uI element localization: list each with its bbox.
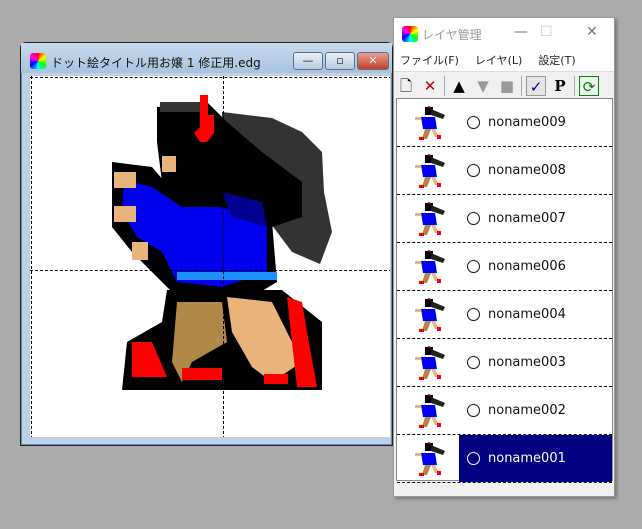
maximize-button[interactable]: ▫ <box>325 52 355 70</box>
merge-icon[interactable]: ■ <box>497 76 517 96</box>
layer-row[interactable]: noname003 <box>397 339 612 387</box>
canvas-border-guide <box>30 77 390 78</box>
layer-radio[interactable] <box>467 260 480 273</box>
layer-row[interactable]: noname004 <box>397 291 612 339</box>
separator <box>574 76 575 96</box>
layer-row[interactable]: noname009 <box>397 99 612 147</box>
new-layer-icon[interactable]: 🗋 <box>396 76 416 96</box>
pixel-sprite <box>112 95 332 390</box>
editor-title: ドット絵タイトル用お嬢 1 修正用.edg <box>51 56 261 70</box>
layer-thumbnail <box>415 106 445 140</box>
move-down-icon[interactable]: ▼ <box>473 76 493 96</box>
refresh-icon[interactable]: ⟳ <box>579 76 599 96</box>
layer-name: noname009 <box>488 115 566 130</box>
layer-label[interactable]: noname007 <box>459 195 612 242</box>
layer-radio[interactable] <box>467 308 480 321</box>
layer-thumbnail <box>415 346 445 380</box>
layer-row[interactable]: noname007 <box>397 195 612 243</box>
layer-thumbnail <box>415 250 445 284</box>
app-icon <box>402 26 418 42</box>
layer-manager-window: レイヤ管理 — ☐ ✕ ファイル(F) レイヤ(L) 設定(T) 🗋 ✕ ▲ ▼… <box>393 17 615 497</box>
layer-name: noname008 <box>488 163 566 178</box>
minimize-button[interactable]: — <box>514 24 528 40</box>
layer-radio[interactable] <box>467 164 480 177</box>
center-guide-horizontal <box>30 270 390 271</box>
canvas-border-guide <box>31 76 32 437</box>
center-guide-vertical <box>223 76 224 437</box>
layer-radio[interactable] <box>467 212 480 225</box>
move-up-icon[interactable]: ▲ <box>449 76 469 96</box>
layer-label[interactable]: noname001 <box>459 435 612 482</box>
layer-name: noname007 <box>488 211 566 226</box>
menu-bar: ファイル(F) レイヤ(L) 設定(T) <box>394 48 614 72</box>
editor-window: ドット絵タイトル用お嬢 1 修正用.edg — ▫ ✕ <box>20 42 393 446</box>
drawing-canvas[interactable] <box>29 75 391 438</box>
layer-name: noname001 <box>488 451 566 466</box>
close-button[interactable]: ✕ <box>586 24 598 40</box>
layer-thumbnail <box>415 154 445 188</box>
layer-row[interactable]: noname001 <box>397 435 612 483</box>
layer-toolbar: 🗋 ✕ ▲ ▼ ■ ✓ P ⟳ <box>394 72 614 100</box>
separator <box>521 76 522 96</box>
editor-titlebar[interactable]: ドット絵タイトル用お嬢 1 修正用.edg — ▫ ✕ <box>21 43 392 73</box>
app-icon <box>30 53 46 69</box>
layer-label[interactable]: noname004 <box>459 291 612 338</box>
layer-row[interactable]: noname006 <box>397 243 612 291</box>
visibility-check-icon[interactable]: ✓ <box>526 76 546 96</box>
layer-label[interactable]: noname008 <box>459 147 612 194</box>
layer-window-title: レイヤ管理 <box>422 28 482 42</box>
delete-layer-icon[interactable]: ✕ <box>420 76 440 96</box>
menu-layer[interactable]: レイヤ(L) <box>475 52 522 68</box>
layer-row[interactable]: noname008 <box>397 147 612 195</box>
minimize-button[interactable]: — <box>293 52 323 70</box>
layer-name: noname004 <box>488 307 566 322</box>
layer-thumbnail <box>415 442 445 476</box>
layer-name: noname003 <box>488 355 566 370</box>
separator <box>444 76 445 96</box>
layer-radio[interactable] <box>467 452 480 465</box>
menu-file[interactable]: ファイル(F) <box>400 52 459 68</box>
layer-thumbnail <box>415 394 445 428</box>
layer-label[interactable]: noname003 <box>459 339 612 386</box>
layer-thumbnail <box>415 298 445 332</box>
layer-label[interactable]: noname009 <box>459 99 612 146</box>
layer-row[interactable]: noname002 <box>397 387 612 435</box>
close-button[interactable]: ✕ <box>357 52 389 70</box>
layer-thumbnail <box>415 202 445 236</box>
maximize-button[interactable]: ☐ <box>540 24 553 40</box>
layer-radio[interactable] <box>467 116 480 129</box>
layer-label[interactable]: noname002 <box>459 387 612 434</box>
layer-list[interactable]: noname009 noname008 noname007 noname006 <box>396 98 613 483</box>
layer-titlebar[interactable]: レイヤ管理 — ☐ ✕ <box>394 18 614 48</box>
layer-label[interactable]: noname006 <box>459 243 612 290</box>
layer-radio[interactable] <box>467 404 480 417</box>
layer-radio[interactable] <box>467 356 480 369</box>
property-icon[interactable]: P <box>550 76 570 96</box>
layer-name: noname002 <box>488 403 566 418</box>
layer-name: noname006 <box>488 259 566 274</box>
menu-settings[interactable]: 設定(T) <box>538 52 575 68</box>
